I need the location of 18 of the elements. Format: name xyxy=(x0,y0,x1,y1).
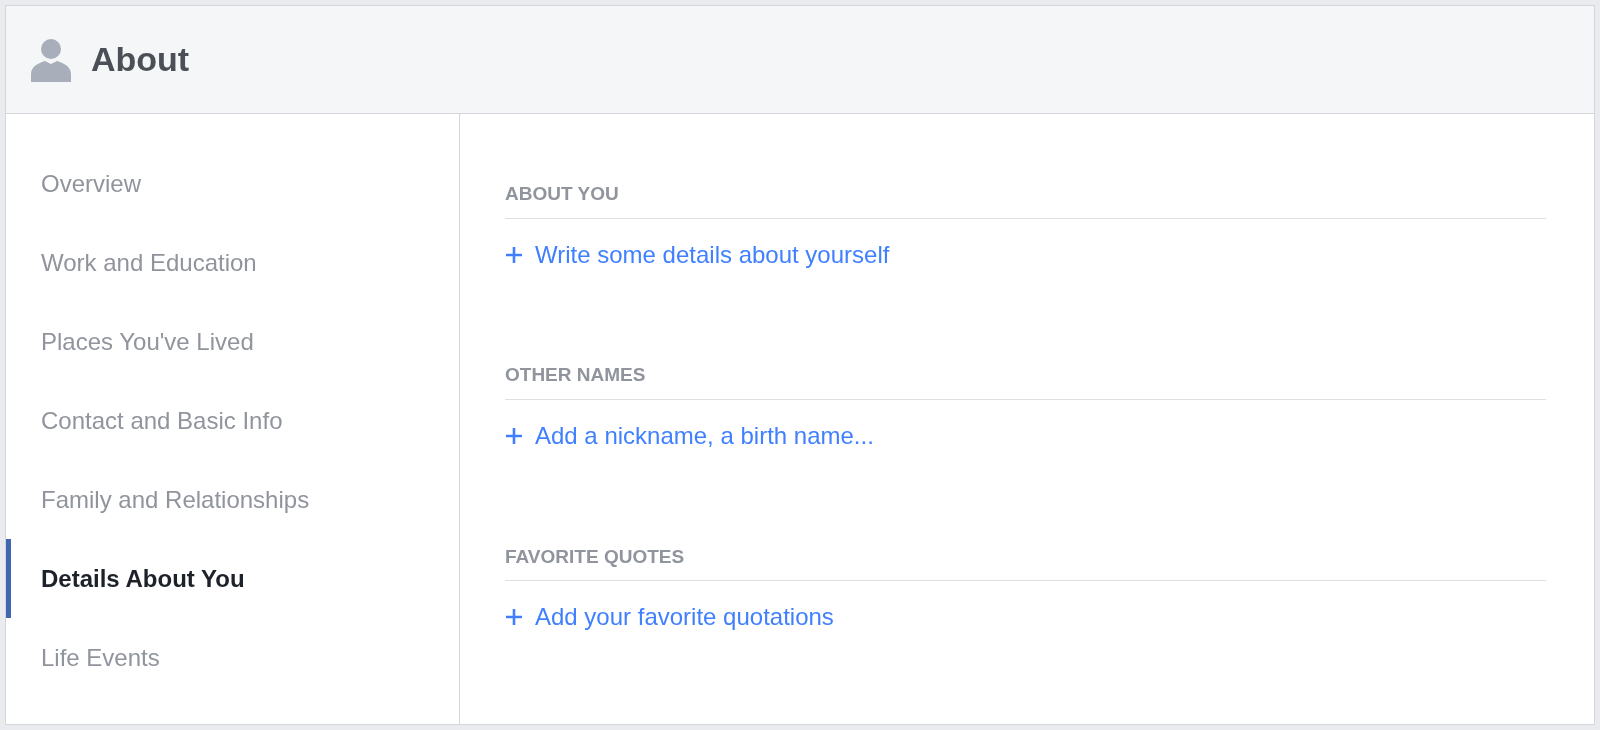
add-link[interactable]: Add your favorite quotations xyxy=(505,599,834,636)
sidebar-item[interactable]: Contact and Basic Info xyxy=(6,381,459,460)
plus-icon xyxy=(505,608,523,627)
header-title: About xyxy=(91,39,190,80)
sidebar-item[interactable]: Life Events xyxy=(6,618,459,697)
sidebar-item[interactable]: Overview xyxy=(6,144,459,223)
plus-icon xyxy=(505,426,523,445)
sidebar-item[interactable]: Places You've Lived xyxy=(6,302,459,381)
sidebar-item[interactable]: Family and Relationships xyxy=(6,460,459,539)
section-heading: OTHER NAMES xyxy=(505,361,1546,400)
add-link[interactable]: Add a nickname, a birth name... xyxy=(505,417,874,454)
section-heading: ABOUT YOU xyxy=(505,180,1546,219)
add-link[interactable]: Write some details about yourself xyxy=(505,236,890,273)
section-heading: FAVORITE QUOTES xyxy=(505,542,1546,582)
sidebar-item[interactable]: Details About You xyxy=(6,539,459,618)
person-icon xyxy=(31,37,71,82)
plus-icon xyxy=(505,245,523,264)
sidebar-item[interactable]: Work and Education xyxy=(6,223,459,302)
